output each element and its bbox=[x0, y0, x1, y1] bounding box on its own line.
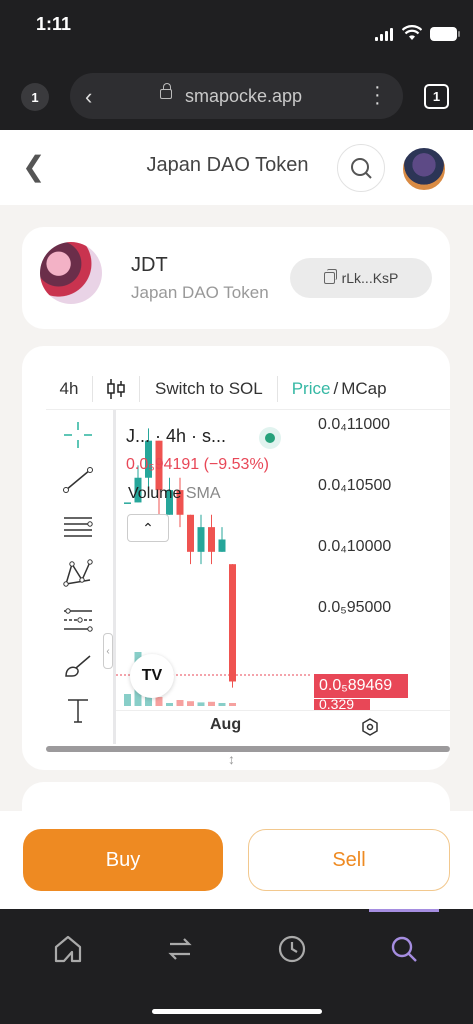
page-content: ❮ Japan DAO Token JDT Japan DAO Token rL… bbox=[0, 130, 473, 909]
home-icon[interactable] bbox=[50, 931, 86, 967]
address-bar[interactable]: ‹ smapocke.app · · · bbox=[70, 73, 403, 119]
price-tab[interactable]: Price bbox=[278, 379, 331, 399]
text-tool-icon[interactable] bbox=[60, 695, 96, 725]
pattern-icon[interactable] bbox=[60, 558, 96, 588]
battery-icon bbox=[430, 27, 460, 41]
token-card: JDT Japan DAO Token rLk...KsP bbox=[22, 227, 450, 329]
url-text: smapocke.app bbox=[185, 86, 303, 106]
lock-icon bbox=[160, 83, 172, 99]
copy-icon bbox=[323, 269, 337, 284]
volume-bar bbox=[218, 703, 226, 706]
tab-count-button[interactable]: 1 bbox=[424, 84, 449, 109]
search-icon bbox=[351, 158, 372, 179]
token-logo bbox=[40, 242, 102, 304]
token-name: Japan DAO Token bbox=[131, 283, 269, 302]
copy-address-button[interactable]: rLk...KsP bbox=[290, 258, 432, 298]
drawing-toolbar bbox=[46, 410, 114, 744]
browser-back-icon[interactable]: ‹ bbox=[85, 84, 92, 110]
mcap-tab[interactable]: MCap bbox=[341, 379, 386, 399]
swap-icon[interactable] bbox=[162, 931, 198, 967]
volume-bar bbox=[197, 702, 205, 706]
chart-toolbar: 4h Switch to SOL Price / MCap bbox=[46, 368, 450, 410]
bottom-navigation bbox=[0, 909, 473, 1024]
volume-bar bbox=[229, 703, 236, 706]
volume-bar bbox=[124, 694, 131, 706]
user-avatar[interactable] bbox=[401, 146, 447, 192]
volume-indicator: SMA bbox=[185, 485, 221, 502]
candle-body bbox=[218, 539, 226, 552]
candle-body bbox=[197, 527, 205, 552]
last-volume-label: 0.329 bbox=[314, 699, 370, 710]
fib-lines-icon[interactable] bbox=[60, 512, 96, 542]
status-time: 1:11 bbox=[36, 14, 72, 34]
chart-legend-price: 0.0₅94191 (−9.53%) bbox=[126, 456, 269, 473]
y-axis-label: 0.0₅95000 bbox=[318, 599, 392, 616]
switch-to-sol-button[interactable]: Switch to SOL bbox=[140, 379, 277, 399]
brush-icon[interactable] bbox=[60, 650, 96, 680]
chart-settings-icon[interactable] bbox=[361, 718, 379, 736]
tab-separator: / bbox=[333, 378, 339, 398]
sell-button[interactable]: Sell bbox=[248, 829, 450, 891]
candle-body bbox=[208, 527, 215, 552]
candle-body bbox=[187, 514, 194, 552]
crosshair-icon[interactable] bbox=[60, 420, 96, 450]
active-tab-indicator bbox=[369, 909, 439, 912]
x-axis-label: Aug bbox=[210, 716, 242, 733]
chart-card: 4h Switch to SOL Price / MCap ‹ J... · 4… bbox=[22, 346, 450, 770]
volume-bar bbox=[166, 703, 173, 706]
trade-action-bar: Buy Sell bbox=[0, 811, 473, 909]
browser-toolbar: 1 ‹ smapocke.app · · · 1 bbox=[0, 60, 473, 130]
tradingview-logo[interactable]: TV bbox=[130, 654, 174, 698]
volume-legend: Volume SMA bbox=[128, 485, 221, 503]
page-title: Japan DAO Token bbox=[146, 154, 309, 176]
more-menu-icon[interactable]: · · · bbox=[374, 77, 381, 113]
history-icon[interactable] bbox=[274, 931, 310, 967]
interval-selector[interactable]: 4h bbox=[46, 379, 92, 399]
trend-line-icon[interactable] bbox=[60, 465, 96, 495]
candle-body bbox=[229, 564, 236, 682]
buy-button[interactable]: Buy bbox=[23, 829, 223, 891]
collapse-toolbar-button[interactable]: ‹ bbox=[103, 633, 113, 669]
chart-legend-title: J... · 4h · s... bbox=[126, 426, 227, 446]
wifi-icon bbox=[402, 25, 422, 40]
chart-scrollbar[interactable] bbox=[46, 746, 450, 752]
volume-bar bbox=[208, 701, 215, 706]
search-icon[interactable] bbox=[386, 931, 422, 967]
token-symbol: JDT bbox=[131, 254, 168, 276]
y-axis-label: 0.0₄10500 bbox=[318, 477, 392, 494]
time-axis: Aug bbox=[116, 710, 450, 744]
y-axis-label: 0.0₄10000 bbox=[318, 538, 392, 555]
candle-style-icon[interactable] bbox=[93, 376, 139, 402]
cellular-signal-icon bbox=[375, 28, 393, 41]
volume-label: Volume bbox=[128, 485, 182, 502]
chevron-up-icon: ⌃ bbox=[142, 519, 154, 536]
status-bar: 1:11 bbox=[0, 0, 473, 60]
home-indicator bbox=[152, 1009, 322, 1014]
volume-bar bbox=[155, 697, 163, 706]
market-status-dot bbox=[259, 427, 281, 449]
header-search-button[interactable] bbox=[337, 144, 385, 192]
volume-bar bbox=[187, 701, 194, 706]
page-header: ❮ Japan DAO Token bbox=[0, 130, 473, 205]
resize-handle-icon[interactable]: ↕ bbox=[228, 751, 235, 767]
last-price-label: 0.0₅89469 bbox=[314, 674, 408, 698]
projection-icon[interactable] bbox=[60, 605, 96, 635]
legend-collapse-button[interactable]: ⌃ bbox=[127, 514, 169, 542]
token-address: rLk...KsP bbox=[341, 270, 399, 286]
tab-switcher-left-button[interactable]: 1 bbox=[21, 83, 49, 111]
volume-bar bbox=[176, 700, 184, 706]
y-axis-label: 0.0₄11000 bbox=[318, 416, 391, 433]
